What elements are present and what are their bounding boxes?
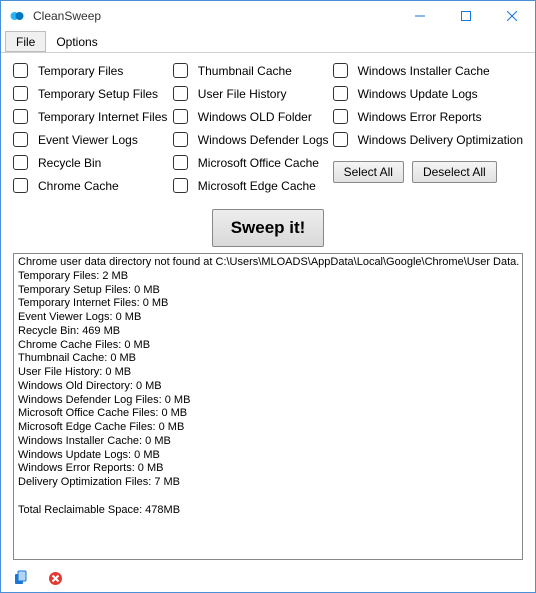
title-bar: CleanSweep [1,1,535,31]
checkbox[interactable] [173,109,188,124]
copy-icon[interactable] [13,570,29,586]
menu-file[interactable]: File [5,31,46,52]
checkbox-label: Windows OLD Folder [198,110,312,124]
output-log[interactable]: Chrome user data directory not found at … [13,253,523,560]
checkbox-row[interactable]: Windows Delivery Optimization [333,132,523,147]
sweep-button[interactable]: Sweep it! [212,209,325,247]
checkbox-label: Windows Delivery Optimization [358,133,523,147]
checkbox-row[interactable]: Windows OLD Folder [173,109,329,124]
checkbox-label: Event Viewer Logs [38,133,138,147]
checkbox-label: Windows Installer Cache [358,64,490,78]
checkbox[interactable] [13,86,28,101]
checkbox-label: Temporary Setup Files [38,87,158,101]
checkbox-row[interactable]: Windows Error Reports [333,109,523,124]
checkbox-row[interactable]: Windows Update Logs [333,86,523,101]
checkbox-row[interactable]: Microsoft Edge Cache [173,178,329,193]
cancel-icon[interactable] [47,570,63,586]
checkbox-row[interactable]: Event Viewer Logs [13,132,169,147]
checkbox-row[interactable]: Windows Defender Logs [173,132,329,147]
checkbox-label: Thumbnail Cache [198,64,292,78]
checkbox-label: Temporary Internet Files [38,110,167,124]
checkbox-row[interactable]: Chrome Cache [13,178,169,193]
checkbox-label: Windows Error Reports [358,110,482,124]
checkbox-col-3: Windows Installer Cache Windows Update Lo… [333,63,523,201]
checkbox[interactable] [333,63,348,78]
status-bar [1,564,535,592]
checkbox-grid: Temporary Files Temporary Setup Files Temp… [13,63,523,201]
checkbox[interactable] [173,132,188,147]
maximize-button[interactable] [443,1,489,31]
checkbox[interactable] [13,109,28,124]
checkbox[interactable] [173,178,188,193]
checkbox-row[interactable]: Windows Installer Cache [333,63,523,78]
checkbox[interactable] [333,86,348,101]
checkbox-label: Windows Defender Logs [198,133,329,147]
checkbox[interactable] [333,132,348,147]
checkbox-label: Recycle Bin [38,156,101,170]
window-title: CleanSweep [33,9,397,23]
checkbox-row[interactable]: Temporary Internet Files [13,109,169,124]
checkbox[interactable] [173,155,188,170]
checkbox-label: Microsoft Edge Cache [198,179,316,193]
checkbox-row[interactable]: Temporary Files [13,63,169,78]
checkbox[interactable] [13,132,28,147]
checkbox-label: Windows Update Logs [358,87,478,101]
checkbox-label: User File History [198,87,287,101]
selection-buttons: Select All Deselect All [333,161,523,183]
checkbox-col-2: Thumbnail Cache User File History Windows … [173,63,329,201]
content-area: Temporary Files Temporary Setup Files Temp… [1,53,535,564]
window-controls [397,1,535,31]
checkbox[interactable] [13,63,28,78]
checkbox[interactable] [13,155,28,170]
checkbox-label: Temporary Files [38,64,123,78]
checkbox-row[interactable]: Thumbnail Cache [173,63,329,78]
checkbox[interactable] [173,86,188,101]
menu-options[interactable]: Options [46,31,107,52]
checkbox-label: Chrome Cache [38,179,119,193]
app-icon [9,8,25,24]
checkbox[interactable] [13,178,28,193]
select-all-button[interactable]: Select All [333,161,404,183]
checkbox-row[interactable]: Microsoft Office Cache [173,155,329,170]
deselect-all-button[interactable]: Deselect All [412,161,497,183]
menu-bar: File Options [1,31,535,53]
close-button[interactable] [489,1,535,31]
checkbox-col-1: Temporary Files Temporary Setup Files Temp… [13,63,169,201]
checkbox-row[interactable]: Temporary Setup Files [13,86,169,101]
checkbox[interactable] [173,63,188,78]
checkbox[interactable] [333,109,348,124]
minimize-button[interactable] [397,1,443,31]
checkbox-label: Microsoft Office Cache [198,156,319,170]
checkbox-row[interactable]: User File History [173,86,329,101]
checkbox-row[interactable]: Recycle Bin [13,155,169,170]
